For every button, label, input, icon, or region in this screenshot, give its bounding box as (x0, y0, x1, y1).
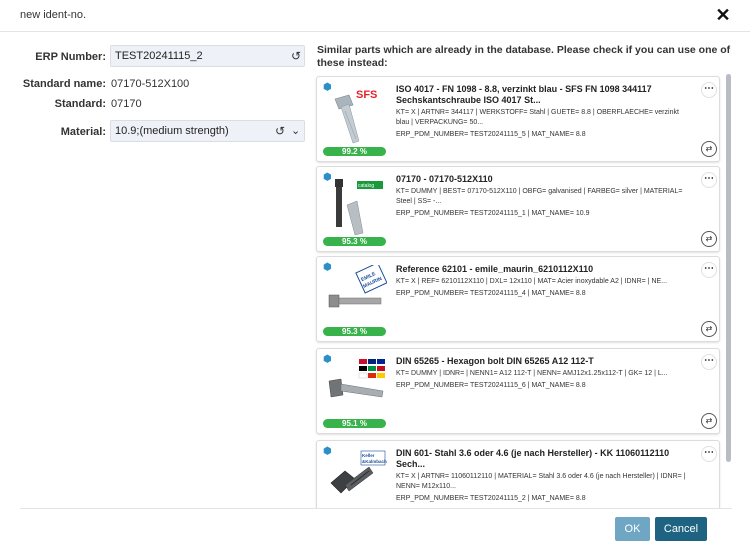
material-label: Material: (60, 126, 106, 138)
part-thumbnail: catalog (335, 179, 383, 236)
dialog-title: new ident-no. (20, 9, 87, 21)
part-erp-info: ERP_PDM_NUMBER= TEST20241115_1 | MAT_NAM… (396, 210, 590, 217)
footer-divider (20, 508, 732, 509)
material-select[interactable]: 10.9;(medium strength) ↺ ⌄ (110, 120, 305, 142)
match-percent: 95.3 % (342, 237, 367, 246)
part-thumbnail (328, 359, 385, 398)
part-title: DIN 65265 - Hexagon bolt DIN 65265 A12 1… (396, 356, 594, 366)
part-title: ISO 4017 - FN 1098 - 8.8, verzinkt blau … (396, 84, 652, 105)
list-scrollbar[interactable] (725, 72, 732, 508)
erp-number-label: ERP Number: (35, 51, 106, 63)
compare-icon[interactable]: ⇄ (701, 141, 717, 157)
close-icon[interactable]: ✕ (714, 6, 732, 24)
standard-name-label: Standard name: (22, 78, 106, 90)
part-erp-info: ERP_PDM_NUMBER= TEST20241115_6 | MAT_NAM… (396, 382, 586, 389)
part-erp-info: ERP_PDM_NUMBER= TEST20241115_2 | MAT_NAM… (396, 495, 586, 502)
part-attributes: KT= DUMMY | BEST= 07170-512X110 | OBFG= … (396, 188, 683, 205)
similar-part-card[interactable]: ⬢ SFS 99.2 % ISO 4017 - FN 1098 - 8.8, v… (316, 76, 720, 162)
match-bar: 95.1 % (323, 419, 386, 428)
match-bar: 99.2 % (323, 147, 386, 156)
ok-button[interactable]: OK (615, 517, 650, 541)
erp-number-field[interactable]: TEST20241115_2 ↺ (110, 45, 305, 67)
erp-number-value: TEST20241115_2 (115, 50, 203, 62)
more-options-icon[interactable]: ⋯ (701, 446, 717, 462)
dialog-titlebar: new ident-no. ✕ (0, 0, 750, 32)
cancel-button[interactable]: Cancel (655, 517, 707, 541)
part-erp-info: ERP_PDM_NUMBER= TEST20241115_4 | MAT_NAM… (396, 290, 586, 297)
scrollbar-thumb[interactable] (726, 74, 731, 462)
part-attributes: KT= DUMMY | IDNR= | NENN1= A12 112-T | N… (396, 370, 668, 377)
part-attributes: KT= X | ARTNR= 344117 | WERKSTOFF= Stahl… (396, 109, 679, 126)
more-options-icon[interactable]: ⋯ (701, 172, 717, 188)
svg-text:&Kalmbach: &Kalmbach (362, 459, 387, 464)
more-options-icon[interactable]: ⋯ (701, 354, 717, 370)
svg-text:catalog: catalog (358, 183, 374, 189)
material-value: 10.9;(medium strength) (115, 125, 229, 137)
similar-part-card[interactable]: ⬢ 95.1 % DIN 65265 - Hexagon bolt DIN 65… (316, 348, 720, 434)
chevron-down-icon[interactable]: ⌄ (291, 124, 300, 138)
compare-icon[interactable]: ⇄ (701, 413, 717, 429)
part-thumbnail: SFS (334, 87, 385, 144)
part-thumbnail: Keller &Kalmbach (330, 450, 387, 494)
part-title: 07170 - 07170-512X110 (396, 174, 493, 184)
part-attributes: KT= X | REF= 6210112X110 | DXL= 12x110 |… (396, 278, 668, 285)
match-percent: 95.3 % (342, 327, 367, 336)
match-bar: 95.3 % (323, 327, 386, 336)
part-thumbnail: EMILE MAURIN (328, 265, 387, 308)
brand-logo-sfs: SFS (356, 89, 377, 101)
similar-part-card[interactable]: ⬢ Keller &Kalmbach DIN 601- Stahl 3.6 od… (316, 440, 720, 508)
compare-icon[interactable]: ⇄ (701, 231, 717, 247)
more-options-icon[interactable]: ⋯ (701, 82, 717, 98)
similar-parts-hint: Similar parts which are already in the d… (317, 44, 731, 69)
match-bar: 95.3 % (323, 237, 386, 246)
part-attributes: KT= X | ARTNR= 11060112110 | MATERIAL= S… (396, 473, 686, 490)
part-title: Reference 62101 - emile_maurin_6210112X1… (396, 264, 594, 274)
standard-label: Standard: (54, 98, 106, 110)
match-percent: 95.1 % (342, 419, 367, 428)
reset-icon[interactable]: ↺ (275, 124, 285, 138)
part-title: DIN 601- Stahl 3.6 oder 4.6 (je nach Her… (396, 448, 670, 469)
match-percent: 99.2 % (342, 147, 367, 156)
similar-parts-list[interactable]: ⬢ SFS 99.2 % ISO 4017 - FN 1098 - 8.8, v… (314, 72, 732, 508)
compare-icon[interactable]: ⇄ (701, 321, 717, 337)
part-erp-info: ERP_PDM_NUMBER= TEST20241115_5 | MAT_NAM… (396, 131, 586, 138)
standard-value: 07170 (111, 98, 142, 110)
svg-text:Keller: Keller (362, 453, 375, 458)
similar-part-card[interactable]: ⬢ catalog 95.3 % 07170 - 07170-512X110 K… (316, 166, 720, 252)
similar-part-card[interactable]: ⬢ EMILE MAURIN 95.3 % Reference 62101 - … (316, 256, 720, 342)
reset-icon[interactable]: ↺ (291, 49, 301, 63)
more-options-icon[interactable]: ⋯ (701, 262, 717, 278)
standard-name-value: 07170-512X100 (111, 78, 190, 90)
